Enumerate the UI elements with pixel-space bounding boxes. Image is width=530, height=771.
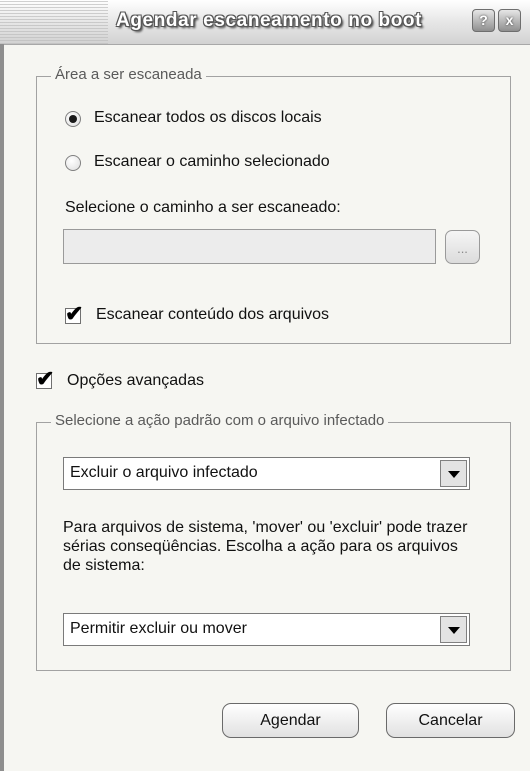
cancel-button[interactable]: Cancelar xyxy=(386,703,515,738)
default-action-select[interactable]: Excluir o arquivo infectado xyxy=(63,457,470,490)
system-action-select[interactable]: Permitir excluir ou mover xyxy=(63,613,470,646)
window-frame xyxy=(0,44,4,771)
scan-selected-path-label[interactable]: Escanear o caminho selecionado xyxy=(94,153,330,171)
close-icon[interactable]: x xyxy=(498,9,521,32)
system-action-value: Permitir excluir ou mover xyxy=(70,620,247,637)
path-input[interactable] xyxy=(63,229,436,264)
chevron-down-icon[interactable] xyxy=(440,460,467,487)
scan-contents-label[interactable]: Escanear conteúdo dos arquivos xyxy=(96,306,329,324)
chevron-down-icon[interactable] xyxy=(440,616,467,643)
default-action-value: Excluir o arquivo infectado xyxy=(70,464,258,481)
scan-all-disks-radio[interactable] xyxy=(65,111,81,127)
schedule-boot-scan-dialog: Agendar escaneamento no boot ? x Área a … xyxy=(0,0,530,771)
title-bar[interactable]: Agendar escaneamento no boot ? x xyxy=(0,0,530,45)
scan-contents-checkbox[interactable]: ✔ xyxy=(65,303,83,325)
schedule-button[interactable]: Agendar xyxy=(222,703,359,738)
window-title: Agendar escaneamento no boot xyxy=(116,10,423,31)
title-bar-grip xyxy=(0,0,108,44)
check-icon: ✔ xyxy=(65,301,84,326)
infected-action-legend: Selecione a ação padrão com o arquivo in… xyxy=(51,412,389,429)
check-icon: ✔ xyxy=(36,366,55,391)
scan-all-disks-label[interactable]: Escanear todos os discos locais xyxy=(94,109,322,127)
browse-button[interactable]: ... xyxy=(445,230,480,264)
scan-area-legend: Área a ser escaneada xyxy=(51,66,206,83)
scan-selected-path-radio[interactable] xyxy=(65,155,81,171)
system-files-warning: Para arquivos de sistema, 'mover' ou 'ex… xyxy=(63,519,468,574)
advanced-options-label[interactable]: Opções avançadas xyxy=(67,372,204,390)
help-icon[interactable]: ? xyxy=(472,9,495,32)
advanced-options-checkbox[interactable]: ✔ xyxy=(36,368,54,390)
path-field-label: Selecione o caminho a ser escaneado: xyxy=(65,199,341,216)
